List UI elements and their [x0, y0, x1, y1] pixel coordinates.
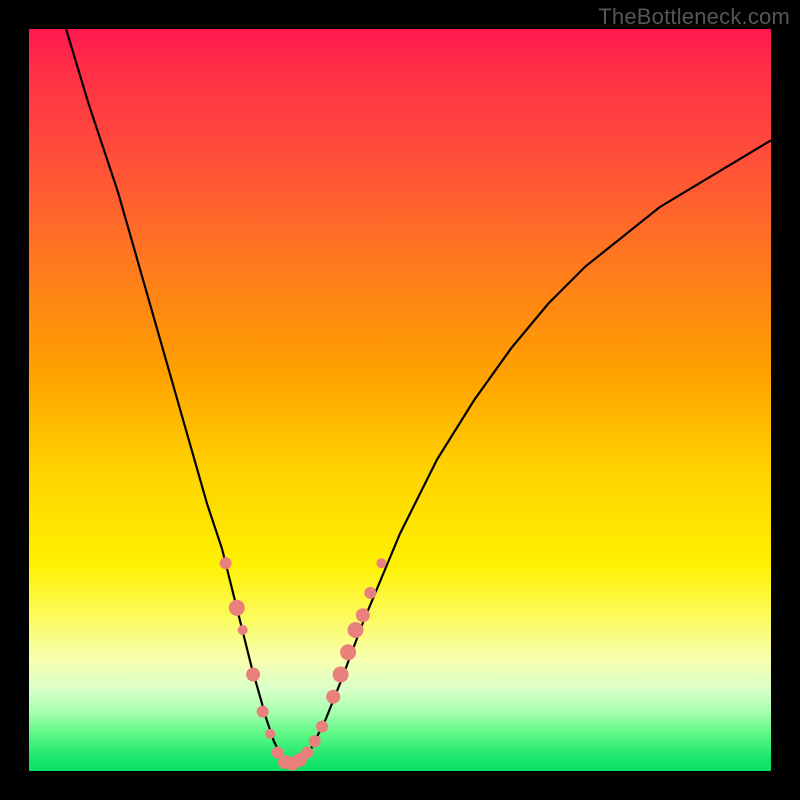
chart-svg	[29, 29, 771, 771]
data-marker	[238, 625, 248, 635]
data-marker	[229, 600, 245, 616]
data-marker	[316, 721, 328, 733]
data-marker	[326, 690, 340, 704]
bottleneck-curve	[66, 29, 771, 764]
data-marker	[340, 644, 356, 660]
data-marker	[301, 747, 313, 759]
data-marker	[364, 587, 376, 599]
data-marker	[265, 729, 275, 739]
data-marker	[220, 557, 232, 569]
data-marker	[246, 668, 260, 682]
data-marker	[376, 558, 386, 568]
data-marker	[356, 608, 370, 622]
data-marker	[309, 735, 321, 747]
marker-group	[220, 557, 387, 770]
chart-frame: TheBottleneck.com	[0, 0, 800, 800]
plot-area	[29, 29, 771, 771]
data-marker	[257, 706, 269, 718]
data-marker	[348, 622, 364, 638]
data-marker	[333, 667, 349, 683]
watermark-text: TheBottleneck.com	[598, 4, 790, 30]
